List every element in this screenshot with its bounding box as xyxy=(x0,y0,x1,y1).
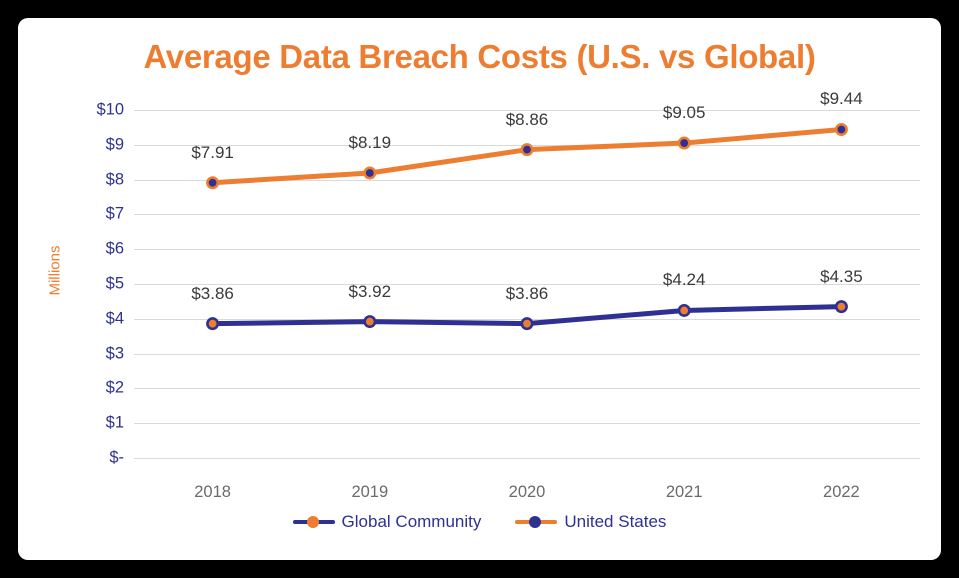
legend-item[interactable]: Global Community xyxy=(292,512,482,532)
legend-marker-icon xyxy=(292,514,335,530)
chart-legend: Global Community United States xyxy=(18,512,941,532)
data-label: $4.24 xyxy=(662,270,706,290)
chart-canvas: Average Data Breach Costs (U.S. vs Globa… xyxy=(18,18,941,560)
data-label: $3.86 xyxy=(191,283,234,303)
data-label: $9.44 xyxy=(820,89,863,109)
x-axis-tick-label: 2022 xyxy=(823,483,860,501)
series-marker xyxy=(520,317,534,331)
series-marker xyxy=(206,176,220,190)
series-marker xyxy=(677,303,691,317)
series-marker xyxy=(206,317,220,331)
series-marker xyxy=(520,143,534,157)
chart-frame: Average Data Breach Costs (U.S. vs Globa… xyxy=(0,0,959,578)
x-axis-tick-label: 2019 xyxy=(351,483,389,501)
data-label: $8.86 xyxy=(505,109,549,129)
x-axis-tick-label: 2020 xyxy=(508,483,546,501)
x-axis-tick-labels: 2018 2019 2020 2021 2022 xyxy=(134,483,920,509)
data-label: $9.05 xyxy=(662,103,706,123)
legend-label: Global Community xyxy=(341,512,482,531)
x-axis-tick-label: 2021 xyxy=(665,483,703,501)
x-axis-tick-label: 2018 xyxy=(194,483,231,501)
data-label: $8.19 xyxy=(348,132,392,152)
data-label: $4.35 xyxy=(820,266,863,286)
legend-item[interactable]: United States xyxy=(515,512,666,532)
series-marker xyxy=(834,300,848,314)
series-marker xyxy=(363,166,377,180)
data-label: $7.91 xyxy=(191,142,234,162)
series-marker xyxy=(677,136,691,150)
series-marker xyxy=(363,315,377,329)
series-marker xyxy=(834,122,848,136)
legend-marker-icon xyxy=(515,514,558,530)
data-label: $3.92 xyxy=(348,281,392,301)
legend-label: United States xyxy=(564,512,667,531)
data-label: $3.86 xyxy=(505,283,549,303)
